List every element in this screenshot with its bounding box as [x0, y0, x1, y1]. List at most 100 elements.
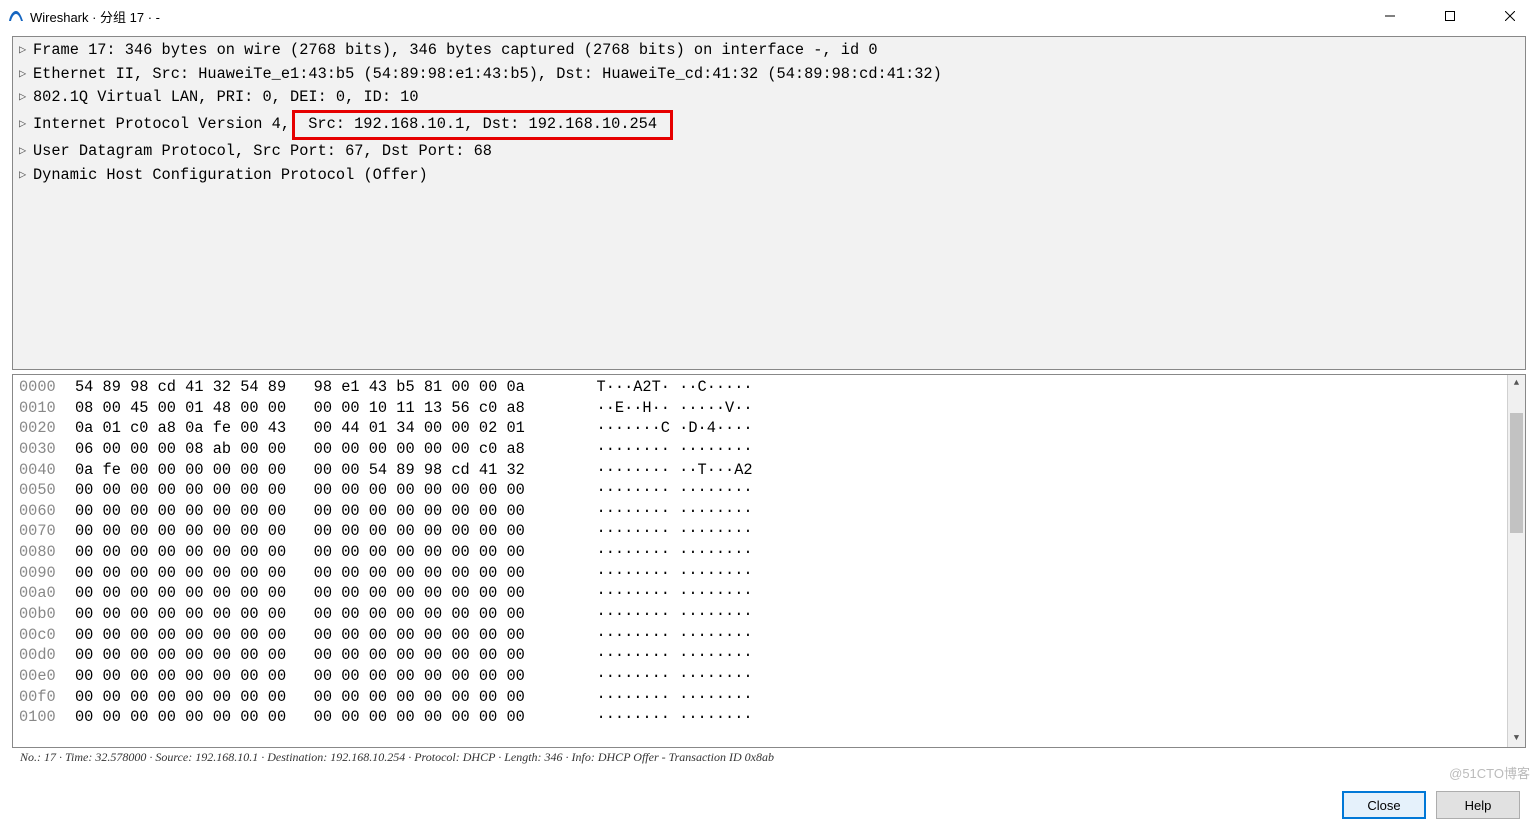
expand-icon[interactable]: ▷ — [19, 88, 33, 107]
help-button[interactable]: Help — [1436, 791, 1520, 819]
hex-row[interactable]: 006000 00 00 00 00 00 00 00 00 00 00 00 … — [19, 501, 1519, 522]
hex-row[interactable]: 003006 00 00 00 08 ab 00 00 00 00 00 00 … — [19, 439, 1519, 460]
details-row-udp[interactable]: ▷ User Datagram Protocol, Src Port: 67, … — [13, 140, 1525, 164]
hex-ascii: ········ ········ — [569, 707, 753, 728]
hex-bytes: 00 00 00 00 00 00 00 00 00 00 00 00 00 0… — [75, 501, 569, 522]
hex-row[interactable]: 00f000 00 00 00 00 00 00 00 00 00 00 00 … — [19, 687, 1519, 708]
scrollbar[interactable]: ▲ ▼ — [1507, 375, 1525, 747]
packet-details-pane[interactable]: ▷ Frame 17: 346 bytes on wire (2768 bits… — [12, 36, 1526, 370]
expand-icon[interactable]: ▷ — [19, 115, 33, 134]
hex-bytes: 00 00 00 00 00 00 00 00 00 00 00 00 00 0… — [75, 563, 569, 584]
hex-bytes: 00 00 00 00 00 00 00 00 00 00 00 00 00 0… — [75, 542, 569, 563]
statusbar: No.: 17 · Time: 32.578000 · Source: 192.… — [12, 748, 1526, 774]
scroll-up-icon[interactable]: ▲ — [1508, 375, 1525, 392]
hex-ascii: ········ ········ — [569, 501, 753, 522]
expand-icon[interactable]: ▷ — [19, 65, 33, 84]
hex-row[interactable]: 00e000 00 00 00 00 00 00 00 00 00 00 00 … — [19, 666, 1519, 687]
hex-row[interactable]: 001008 00 45 00 01 48 00 00 00 00 10 11 … — [19, 398, 1519, 419]
hex-row[interactable]: 00a000 00 00 00 00 00 00 00 00 00 00 00 … — [19, 583, 1519, 604]
hex-bytes: 00 00 00 00 00 00 00 00 00 00 00 00 00 0… — [75, 583, 569, 604]
hex-ascii: ··E··H·· ·····V·· — [569, 398, 753, 419]
hex-bytes: 06 00 00 00 08 ab 00 00 00 00 00 00 00 0… — [75, 439, 569, 460]
ip-src-dst-highlight: Src: 192.168.10.1, Dst: 192.168.10.254 — [292, 110, 673, 140]
packet-bytes-pane[interactable]: 000054 89 98 cd 41 32 54 89 98 e1 43 b5 … — [12, 374, 1526, 748]
hex-offset: 0030 — [19, 439, 75, 460]
hex-ascii: ········ ········ — [569, 666, 753, 687]
hex-row[interactable]: 00d000 00 00 00 00 00 00 00 00 00 00 00 … — [19, 645, 1519, 666]
dialog-button-bar: Close Help — [0, 786, 1538, 830]
expand-icon[interactable]: ▷ — [19, 142, 33, 161]
hex-row[interactable]: 009000 00 00 00 00 00 00 00 00 00 00 00 … — [19, 563, 1519, 584]
hex-bytes: 0a 01 c0 a8 0a fe 00 43 00 44 01 34 00 0… — [75, 418, 569, 439]
details-row-ipv4[interactable]: ▷ Internet Protocol Version 4, Src: 192.… — [13, 110, 1525, 140]
hex-offset: 0080 — [19, 542, 75, 563]
wireshark-icon — [8, 8, 24, 24]
hex-row[interactable]: 00200a 01 c0 a8 0a fe 00 43 00 44 01 34 … — [19, 418, 1519, 439]
hex-bytes: 00 00 00 00 00 00 00 00 00 00 00 00 00 0… — [75, 480, 569, 501]
hex-row[interactable]: 007000 00 00 00 00 00 00 00 00 00 00 00 … — [19, 521, 1519, 542]
hex-offset: 00b0 — [19, 604, 75, 625]
hex-bytes: 08 00 45 00 01 48 00 00 00 00 10 11 13 5… — [75, 398, 569, 419]
hex-bytes: 00 00 00 00 00 00 00 00 00 00 00 00 00 0… — [75, 604, 569, 625]
hex-offset: 00f0 — [19, 687, 75, 708]
hex-bytes: 54 89 98 cd 41 32 54 89 98 e1 43 b5 81 0… — [75, 377, 569, 398]
hex-row[interactable]: 005000 00 00 00 00 00 00 00 00 00 00 00 … — [19, 480, 1519, 501]
hex-row[interactable]: 00b000 00 00 00 00 00 00 00 00 00 00 00 … — [19, 604, 1519, 625]
hex-ascii: ········ ········ — [569, 687, 753, 708]
hex-ascii: T···A2T· ··C····· — [569, 377, 753, 398]
window-controls — [1370, 2, 1530, 30]
hex-bytes: 00 00 00 00 00 00 00 00 00 00 00 00 00 0… — [75, 666, 569, 687]
hex-row[interactable]: 00c000 00 00 00 00 00 00 00 00 00 00 00 … — [19, 625, 1519, 646]
close-button[interactable]: Close — [1342, 791, 1426, 819]
hex-offset: 00d0 — [19, 645, 75, 666]
hex-row[interactable]: 00400a fe 00 00 00 00 00 00 00 00 54 89 … — [19, 460, 1519, 481]
hex-bytes: 00 00 00 00 00 00 00 00 00 00 00 00 00 0… — [75, 521, 569, 542]
hex-offset: 0070 — [19, 521, 75, 542]
hex-offset: 0090 — [19, 563, 75, 584]
hex-offset: 00a0 — [19, 583, 75, 604]
window-title: Wireshark · 分组 17 · - — [30, 7, 1370, 26]
window: Wireshark · 分组 17 · - ▷ Frame 17: 346 by… — [0, 0, 1538, 830]
expand-icon[interactable]: ▷ — [19, 41, 33, 60]
hex-bytes: 0a fe 00 00 00 00 00 00 00 00 54 89 98 c… — [75, 460, 569, 481]
hex-bytes: 00 00 00 00 00 00 00 00 00 00 00 00 00 0… — [75, 625, 569, 646]
hex-offset: 0060 — [19, 501, 75, 522]
scroll-down-icon[interactable]: ▼ — [1508, 730, 1525, 747]
close-window-button[interactable] — [1490, 2, 1530, 30]
hex-offset: 00c0 — [19, 625, 75, 646]
hex-offset: 0040 — [19, 460, 75, 481]
details-row-ethernet[interactable]: ▷ Ethernet II, Src: HuaweiTe_e1:43:b5 (5… — [13, 63, 1525, 87]
hex-bytes: 00 00 00 00 00 00 00 00 00 00 00 00 00 0… — [75, 687, 569, 708]
hex-row[interactable]: 000054 89 98 cd 41 32 54 89 98 e1 43 b5 … — [19, 377, 1519, 398]
details-row-dhcp[interactable]: ▷ Dynamic Host Configuration Protocol (O… — [13, 164, 1525, 188]
hex-bytes: 00 00 00 00 00 00 00 00 00 00 00 00 00 0… — [75, 707, 569, 728]
hex-ascii: ········ ········ — [569, 645, 753, 666]
scroll-thumb[interactable] — [1510, 413, 1523, 533]
hex-ascii: ········ ··T···A2 — [569, 460, 753, 481]
hex-offset: 00e0 — [19, 666, 75, 687]
details-row-vlan[interactable]: ▷ 802.1Q Virtual LAN, PRI: 0, DEI: 0, ID… — [13, 86, 1525, 110]
hex-ascii: ········ ········ — [569, 625, 753, 646]
hex-row[interactable]: 010000 00 00 00 00 00 00 00 00 00 00 00 … — [19, 707, 1519, 728]
minimize-button[interactable] — [1370, 2, 1410, 30]
status-text: No.: 17 · Time: 32.578000 · Source: 192.… — [20, 750, 774, 764]
hex-ascii: ········ ········ — [569, 521, 753, 542]
content-area: ▷ Frame 17: 346 bytes on wire (2768 bits… — [0, 32, 1538, 786]
hex-offset: 0020 — [19, 418, 75, 439]
hex-row[interactable]: 008000 00 00 00 00 00 00 00 00 00 00 00 … — [19, 542, 1519, 563]
hex-ascii: ········ ········ — [569, 604, 753, 625]
hex-ascii: ········ ········ — [569, 563, 753, 584]
expand-icon[interactable]: ▷ — [19, 166, 33, 185]
titlebar: Wireshark · 分组 17 · - — [0, 0, 1538, 32]
details-row-frame[interactable]: ▷ Frame 17: 346 bytes on wire (2768 bits… — [13, 39, 1525, 63]
hex-ascii: ········ ········ — [569, 542, 753, 563]
hex-ascii: ········ ········ — [569, 480, 753, 501]
hex-ascii: ········ ········ — [569, 439, 753, 460]
hex-offset: 0000 — [19, 377, 75, 398]
hex-offset: 0010 — [19, 398, 75, 419]
hex-ascii: ········ ········ — [569, 583, 753, 604]
hex-ascii: ·······C ·D·4···· — [569, 418, 753, 439]
maximize-button[interactable] — [1430, 2, 1470, 30]
hex-bytes: 00 00 00 00 00 00 00 00 00 00 00 00 00 0… — [75, 645, 569, 666]
hex-offset: 0050 — [19, 480, 75, 501]
